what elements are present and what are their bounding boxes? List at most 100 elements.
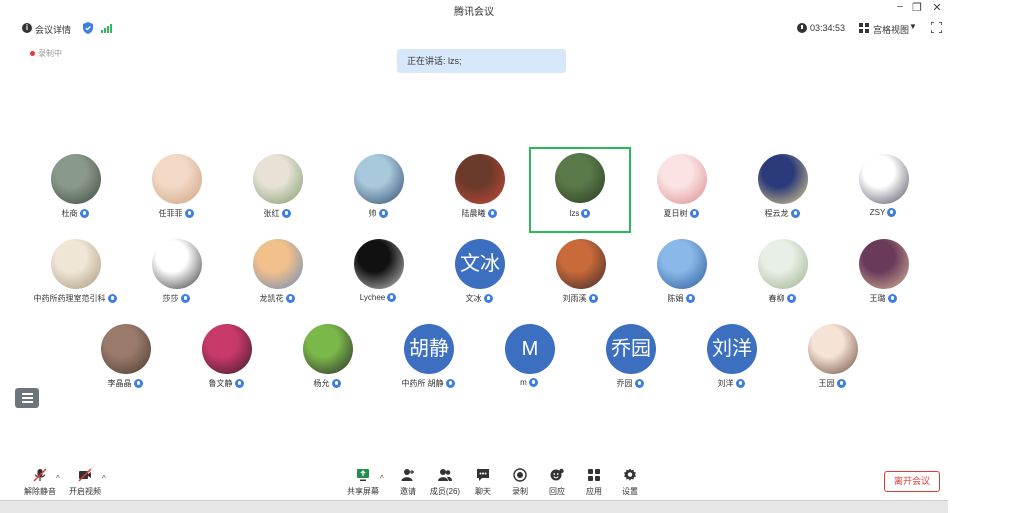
participant-tile[interactable]: 杜商 (25, 148, 125, 228)
restore-button[interactable]: ❐ (909, 1, 925, 14)
participant-name-row: 夏日树 (631, 208, 731, 219)
chevron-up-icon[interactable]: ^ (56, 474, 60, 483)
participant-name-row: 王园 (782, 378, 882, 389)
avatar (303, 324, 353, 374)
participant-tile[interactable]: 夏日树 (631, 148, 731, 228)
participant-tile[interactable]: Lychee (328, 233, 428, 313)
unmute-button[interactable]: 解除静音 (23, 468, 57, 497)
participant-tile[interactable]: 鲁文静 (176, 318, 276, 398)
participant-name-row: 王璐 (833, 293, 933, 304)
react-button[interactable]: 回应 (540, 468, 574, 497)
avatar (354, 154, 404, 204)
signal-icon[interactable] (101, 24, 112, 33)
participant-name: 中药所 胡静 (401, 379, 444, 388)
participant-tile[interactable]: 杨允 (277, 318, 377, 398)
participant-tile[interactable]: 张红 (227, 148, 327, 228)
avatar: 刘洋 (707, 324, 757, 374)
avatar (555, 153, 605, 203)
meeting-info-button[interactable]: 会议详情 (35, 23, 71, 36)
avatar (657, 239, 707, 289)
participant-name: 刘雨溪 (562, 294, 587, 303)
close-button[interactable]: ✕ (929, 1, 945, 14)
participant-tile[interactable]: 李晶晶 (75, 318, 175, 398)
start-video-button[interactable]: 开启视频 (68, 468, 102, 497)
participant-name: 乔园 (616, 379, 633, 388)
chevron-up-icon[interactable]: ^ (102, 474, 106, 483)
minimize-button[interactable]: − (892, 1, 908, 13)
view-mode-button[interactable]: 宫格视图 (873, 23, 909, 36)
chat-button[interactable]: 聊天 (466, 468, 500, 497)
participant-tile[interactable]: 春柳 (732, 233, 832, 313)
participant-name-row: ZSY (833, 208, 933, 218)
participant-tile[interactable]: 帅 (328, 148, 428, 228)
mic-icon (79, 209, 89, 219)
fullscreen-icon[interactable] (931, 22, 942, 33)
participant-name: ZSY (869, 208, 886, 217)
mic-icon (887, 294, 897, 304)
mic-icon (588, 294, 598, 304)
chevron-up-icon[interactable]: ^ (380, 474, 384, 483)
share-screen-icon (357, 469, 369, 481)
participant-tile[interactable]: 程云龙 (732, 148, 832, 228)
participant-tile[interactable]: Mm (479, 318, 579, 398)
participant-name-row: 中药所 胡静 (378, 378, 478, 389)
avatar (101, 324, 151, 374)
settings-button[interactable]: 设置 (613, 468, 647, 497)
leave-meeting-button[interactable]: 离开会议 (884, 471, 940, 492)
avatar: 文冰 (455, 239, 505, 289)
info-icon[interactable]: i (22, 23, 32, 33)
record-button[interactable]: 录制 (503, 468, 537, 497)
avatar (253, 239, 303, 289)
participant-tile[interactable]: 乔园 乔园 (580, 318, 680, 398)
participant-name: 帅 (368, 209, 377, 218)
apps-icon (588, 469, 600, 481)
list-toggle-icon[interactable] (15, 388, 39, 408)
participant-name: Lychee (359, 293, 386, 302)
participant-name-row: 任菲菲 (126, 208, 226, 219)
grid-view-icon[interactable] (859, 23, 869, 33)
participant-tile[interactable]: 刘雨溪 (530, 233, 630, 313)
members-button[interactable]: 成员(26) (428, 468, 462, 497)
share-screen-button[interactable]: 共享屏幕 (346, 468, 380, 497)
participant-name: 中药所药理室范引科 (33, 294, 106, 303)
mic-icon (483, 294, 493, 304)
chat-icon (477, 469, 489, 481)
participant-name-row: 龙凯花 (227, 293, 327, 304)
mic-icon (387, 293, 397, 303)
participant-name: 程云龙 (764, 209, 789, 218)
participant-name: lzs (569, 209, 580, 218)
mic-icon (735, 379, 745, 389)
participant-name: 任菲菲 (158, 209, 183, 218)
avatar (202, 324, 252, 374)
participant-name: 鲁文静 (208, 379, 233, 388)
avatar (152, 154, 202, 204)
participant-tile[interactable]: lzs (529, 147, 631, 233)
record-icon (513, 468, 527, 482)
apps-button[interactable]: 应用 (577, 468, 611, 497)
participant-tile[interactable]: 莎莎 (126, 233, 226, 313)
participant-tile[interactable]: 王璐 (833, 233, 933, 313)
participant-tile[interactable]: 王园 (782, 318, 882, 398)
participant-name: 莎莎 (162, 294, 179, 303)
mic-icon (487, 209, 497, 219)
avatar: 胡静 (404, 324, 454, 374)
participant-name-row: Lychee (328, 293, 428, 303)
chevron-down-icon[interactable]: ▼ (909, 22, 917, 31)
participant-tile[interactable]: 龙凯花 (227, 233, 327, 313)
participant-tile[interactable]: 任菲菲 (126, 148, 226, 228)
participant-tile[interactable]: 刘洋 刘洋 (681, 318, 781, 398)
avatar (51, 154, 101, 204)
add-user-icon (401, 469, 414, 481)
participant-tile[interactable]: 陆晨曦 (429, 148, 529, 228)
mic-icon (685, 294, 695, 304)
participant-tile[interactable]: 文冰 文冰 (429, 233, 529, 313)
participant-name-row: 帅 (328, 208, 428, 219)
participant-tile[interactable]: 胡静 中药所 胡静 (378, 318, 478, 398)
participant-tile[interactable]: 陈娟 (631, 233, 731, 313)
mic-icon (887, 208, 897, 218)
participant-name-row: 陈娟 (631, 293, 731, 304)
participant-tile[interactable]: 中药所药理室范引科 (25, 233, 125, 313)
shield-icon[interactable] (83, 22, 93, 34)
participant-tile[interactable]: ZSY (833, 148, 933, 228)
invite-button[interactable]: 邀请 (391, 468, 425, 497)
